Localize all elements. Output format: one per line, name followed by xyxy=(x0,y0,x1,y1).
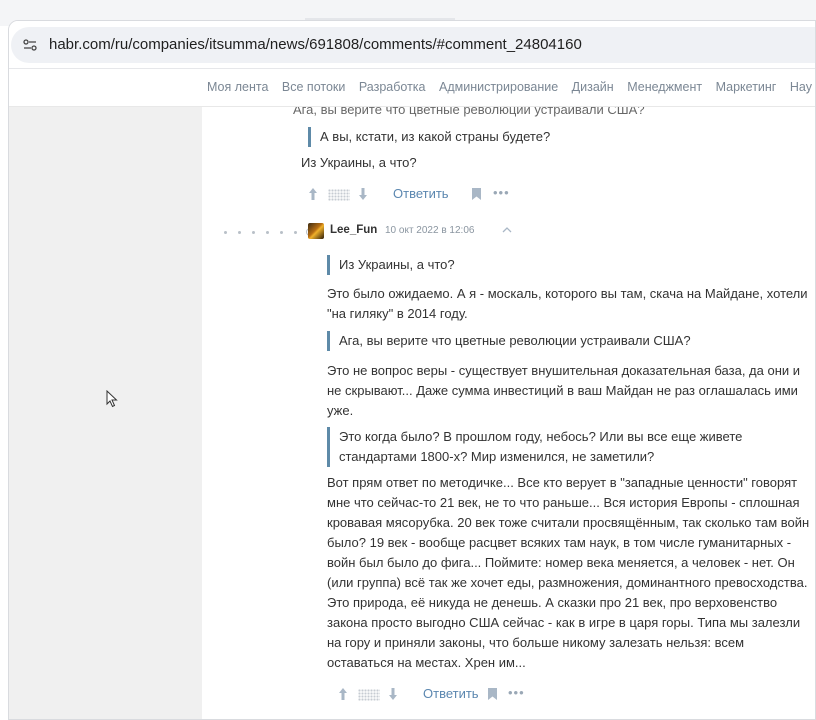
mouse-cursor-icon xyxy=(106,390,118,408)
comment-actions: Ответить ••• xyxy=(338,685,538,705)
comment-paragraph: Вот прям ответ по методичке... Все кто в… xyxy=(327,475,810,670)
nav-item-administration[interactable]: Администрирование xyxy=(439,80,558,94)
blockquote: Ага, вы верите что цветные революции уст… xyxy=(327,331,797,351)
comments-area: Ага, вы верите что цветные революции уст… xyxy=(202,107,815,719)
avatar[interactable] xyxy=(308,223,324,239)
arrow-up-icon[interactable] xyxy=(308,187,318,201)
comment-paragraph: Это было ожидаемо. А я - москаль, которо… xyxy=(327,286,808,321)
nav-item-management[interactable]: Менеджмент xyxy=(627,80,702,94)
reply-button[interactable]: Ответить xyxy=(393,186,449,201)
comment-timestamp[interactable]: 10 окт 2022 в 12:06 xyxy=(385,225,474,236)
nav-item-marketing[interactable]: Маркетинг xyxy=(716,80,777,94)
screen: habr.com/ru/companies/itsumma/news/69180… xyxy=(0,0,816,720)
comment-text: Из Украины, а что? xyxy=(301,155,417,170)
nav-item-science[interactable]: Нау xyxy=(790,80,812,94)
comment-actions: Ответить ••• xyxy=(308,185,510,205)
bookmark-icon[interactable] xyxy=(488,688,497,700)
reply-button[interactable]: Ответить xyxy=(423,686,479,701)
more-icon[interactable]: ••• xyxy=(493,185,510,200)
more-icon[interactable]: ••• xyxy=(508,685,525,700)
url-text[interactable]: habr.com/ru/companies/itsumma/news/69180… xyxy=(49,36,582,53)
blockquote: Из Украины, а что? xyxy=(327,255,797,275)
nav-item-design[interactable]: Дизайн xyxy=(572,80,614,94)
score-placeholder xyxy=(328,189,350,201)
nav-item-feed[interactable]: Моя лента xyxy=(207,80,268,94)
cut-comment-line: Ага, вы верите что цветные революции уст… xyxy=(293,107,645,117)
chevron-up-icon[interactable] xyxy=(502,225,512,235)
nav-items: Моя лента Все потоки Разработка Админист… xyxy=(207,80,815,94)
nav-item-development[interactable]: Разработка xyxy=(359,80,426,94)
score-placeholder xyxy=(358,689,380,701)
username[interactable]: Lee_Fun xyxy=(330,224,377,236)
nav-item-all-streams[interactable]: Все потоки xyxy=(282,80,345,94)
blockquote: А вы, кстати, из какой страны будете? xyxy=(308,127,788,147)
browser-window: habr.com/ru/companies/itsumma/news/69180… xyxy=(8,20,816,720)
comment-paragraph: Это не вопрос веры - существует внушител… xyxy=(327,363,801,418)
arrow-down-icon[interactable] xyxy=(358,187,368,201)
hubs-nav: Моя лента Все потоки Разработка Админист… xyxy=(9,69,815,107)
address-bar: habr.com/ru/companies/itsumma/news/69180… xyxy=(9,21,815,69)
site-settings-icon[interactable] xyxy=(23,38,37,52)
bookmark-icon[interactable] xyxy=(472,188,481,200)
arrow-down-icon[interactable] xyxy=(388,687,398,701)
arrow-up-icon[interactable] xyxy=(338,687,348,701)
url-field[interactable]: habr.com/ru/companies/itsumma/news/69180… xyxy=(11,27,815,63)
left-gutter xyxy=(9,107,202,719)
blockquote: Это когда было? В прошлом году, небось? … xyxy=(327,427,797,467)
